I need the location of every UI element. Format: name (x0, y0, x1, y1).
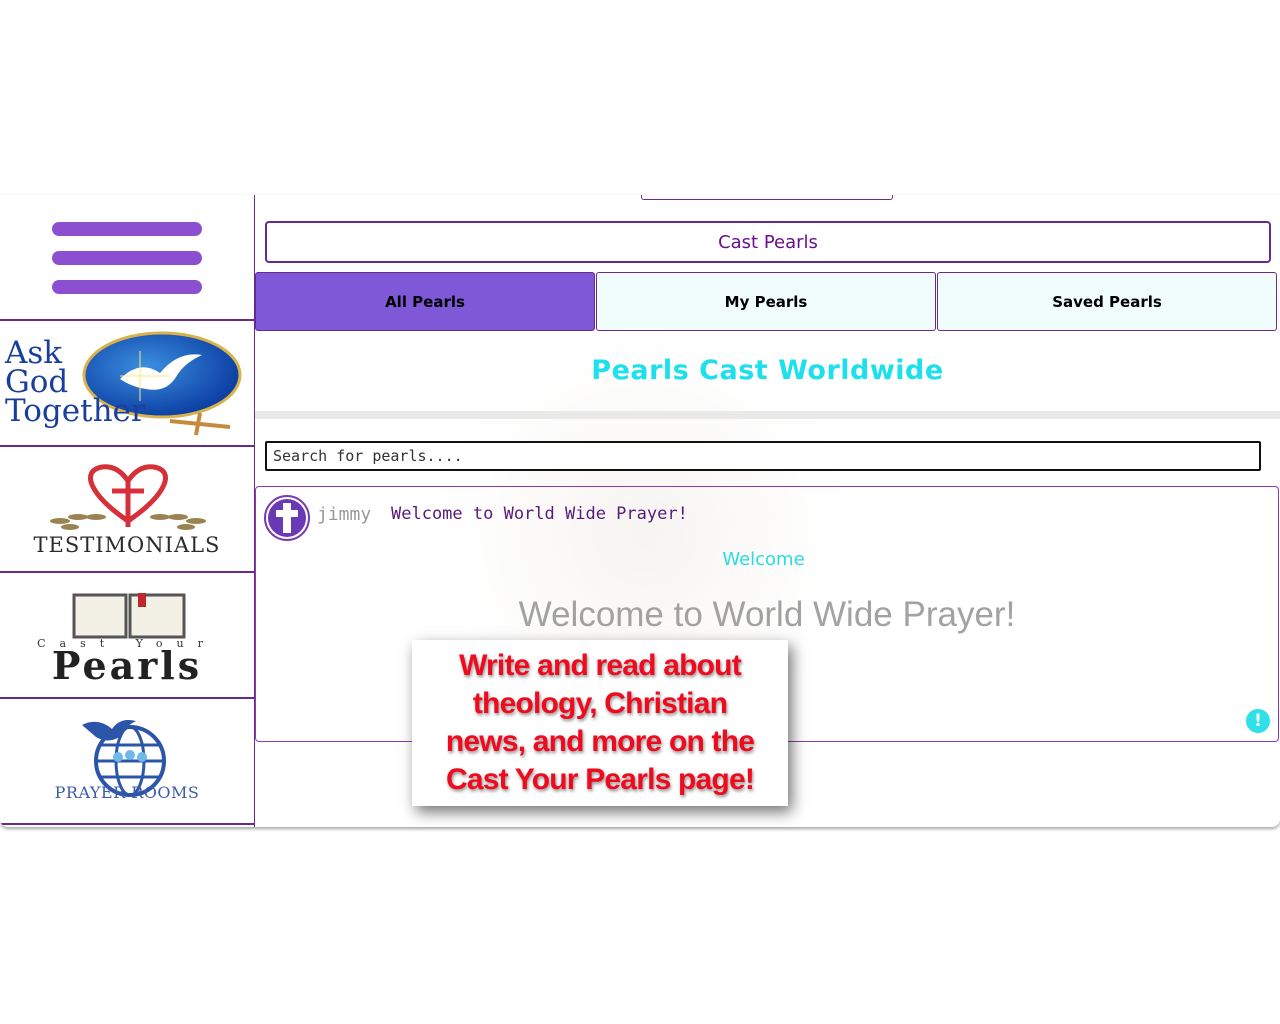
post-author[interactable]: jimmy (317, 504, 371, 525)
testimonials-label: TESTIMONIALS (33, 533, 221, 557)
sidebar-item-cast-your-pearls[interactable]: Cast Your Pearls (0, 573, 254, 699)
hamburger-menu-button[interactable] (0, 195, 254, 321)
promo-callout-text: Write and read about theology, Christian… (445, 649, 755, 796)
menu-bar-icon (52, 280, 202, 294)
tab-saved-pearls[interactable]: Saved Pearls (937, 272, 1277, 331)
sidebar-item-ask-god-together[interactable]: Ask God Together (0, 321, 254, 447)
pearls-label: Pearls (51, 643, 203, 688)
promo-callout: Write and read about theology, Christian… (412, 640, 788, 806)
top-tab-edge (641, 195, 893, 200)
section-divider (255, 411, 1280, 419)
alert-icon[interactable]: ! (1246, 709, 1270, 733)
sidebar-item-prayer-rooms[interactable]: PRAYER ROOMS (0, 699, 254, 825)
menu-bar-icon (52, 222, 202, 236)
post-body: Welcome to World Wide Prayer! (518, 595, 1016, 634)
menu-bar-icon (52, 251, 202, 265)
avatar[interactable] (264, 495, 310, 541)
cross-globe-icon (268, 499, 306, 537)
logo-word: Together (5, 393, 146, 429)
globe-dove-icon (82, 720, 166, 797)
sidebar-item-testimonials[interactable]: TESTIMONIALS (0, 447, 254, 573)
prayer-rooms-label: PRAYER ROOMS (54, 783, 200, 802)
page-heading: Pearls Cast Worldwide (591, 355, 944, 386)
cast-pearls-button[interactable]: Cast Pearls (265, 221, 1271, 263)
post-title[interactable]: Welcome to World Wide Prayer! (391, 504, 688, 524)
sidebar: Ask God Together TESTIMONIALS Cast Your … (0, 195, 255, 827)
tab-all-pearls[interactable]: All Pearls (255, 272, 595, 331)
tab-my-pearls[interactable]: My Pearls (596, 272, 936, 331)
search-input[interactable] (265, 441, 1261, 471)
post-subtitle: Welcome (722, 549, 805, 570)
